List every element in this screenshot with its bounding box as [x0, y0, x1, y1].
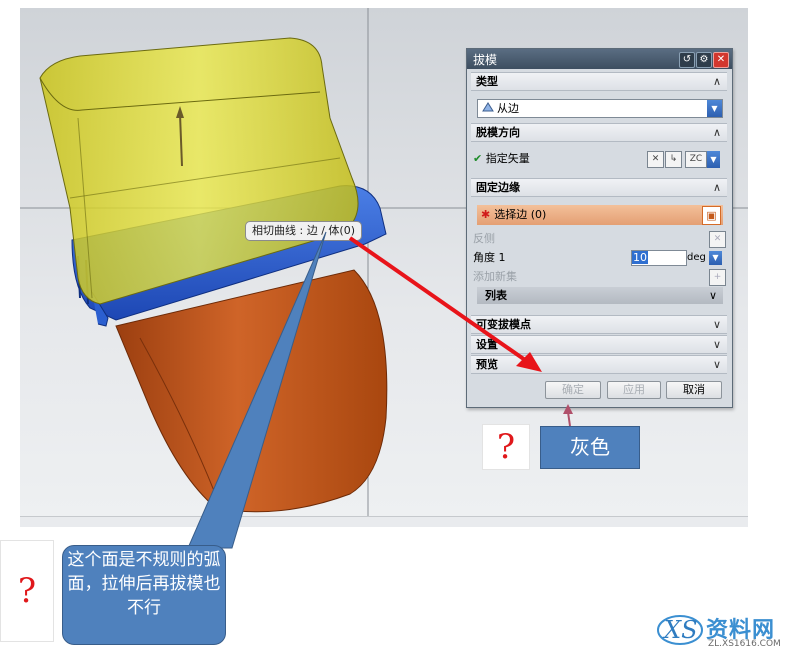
- chevron-up-icon: ∧: [712, 75, 721, 88]
- chevron-down-icon[interactable]: ▼: [707, 100, 722, 117]
- watermark: XS 资料网 ZL.XS1616.COM: [656, 606, 786, 654]
- reverse-side-row[interactable]: 反侧 ✕: [473, 229, 726, 249]
- close-icon[interactable]: ✕: [713, 52, 729, 68]
- cancel-button[interactable]: 取消: [666, 381, 722, 399]
- section-type[interactable]: 类型 ∧: [471, 72, 727, 91]
- section-variable-draft[interactable]: 可变拔模点 ∨: [471, 315, 727, 334]
- angle-unit: deg: [687, 252, 706, 263]
- xs-logo-icon: XS: [657, 615, 703, 645]
- chevron-down-icon: ∨: [708, 289, 717, 302]
- reset-icon[interactable]: ↺: [679, 52, 695, 68]
- extruded-body-yellow: [39, 37, 359, 305]
- apply-button[interactable]: 应用: [607, 381, 661, 399]
- chevron-down-icon: ∨: [712, 358, 721, 371]
- vector-chevron-down-icon[interactable]: ▼: [707, 151, 720, 168]
- dialog-title: 拔模: [473, 53, 498, 67]
- angle-input[interactable]: 10: [631, 250, 687, 266]
- reverse-side-icon[interactable]: ✕: [709, 231, 726, 248]
- vector-dialog-icon[interactable]: ↳: [665, 151, 682, 168]
- selection-tooltip: 相切曲线 : 边 / 体(0): [245, 221, 362, 241]
- angle-row: 角度 1 10 deg ▼: [473, 248, 725, 268]
- type-dropdown[interactable]: 从边 ▼: [477, 99, 723, 118]
- dialog-titlebar[interactable]: 拔模 ↺ ⚙ ✕: [467, 49, 732, 69]
- watermark-url: ZL.XS1616.COM: [708, 639, 781, 649]
- gear-icon[interactable]: ⚙: [696, 52, 712, 68]
- section-preview[interactable]: 预览 ∨: [471, 355, 727, 374]
- svg-text:XS: XS: [662, 616, 698, 644]
- question-mark-box-left: ?: [0, 540, 54, 642]
- specify-vector-row[interactable]: ✔ 指定矢量 ✕ ↳ ZC ▼: [473, 149, 725, 169]
- section-draw-direction[interactable]: 脱模方向 ∧: [471, 123, 727, 142]
- draft-dialog: 拔模 ↺ ⚙ ✕ 类型 ∧ 从边 ▼ 脱模方向 ∧ ✔ 指定矢量 ✕ ↳ ZC …: [466, 48, 733, 408]
- ok-button[interactable]: 确定: [545, 381, 601, 399]
- chevron-up-icon: ∧: [712, 126, 721, 139]
- reverse-direction-icon[interactable]: ✕: [647, 151, 664, 168]
- add-set-icon[interactable]: +: [709, 269, 726, 286]
- select-edge-row[interactable]: ✱ 选择边 (0) ▣: [477, 205, 723, 225]
- draft-from-edge-icon: [482, 101, 494, 118]
- cube-select-icon[interactable]: ▣: [702, 206, 721, 225]
- chevron-down-icon: ∨: [712, 338, 721, 351]
- required-star-icon: ✱: [481, 208, 491, 221]
- add-new-set-row[interactable]: 添加新集 +: [473, 267, 726, 287]
- section-fixed-edge[interactable]: 固定边缘 ∧: [471, 178, 727, 197]
- question-mark-box-right: ?: [482, 424, 530, 470]
- angle-chevron-down-icon[interactable]: ▼: [709, 251, 722, 265]
- chevron-down-icon: ∨: [712, 318, 721, 331]
- note-callout: 这个面是不规则的弧面，拉伸后再拔模也不行: [62, 545, 226, 645]
- list-collapsible[interactable]: 列表 ∨: [477, 287, 723, 304]
- section-settings[interactable]: 设置 ∨: [471, 335, 727, 354]
- gray-label-callout: 灰色: [540, 426, 640, 469]
- chevron-up-icon: ∧: [712, 181, 721, 194]
- zc-axis-icon[interactable]: ZC: [685, 151, 707, 168]
- status-toolbar: [20, 516, 748, 527]
- checkmark-icon: ✔: [473, 152, 483, 165]
